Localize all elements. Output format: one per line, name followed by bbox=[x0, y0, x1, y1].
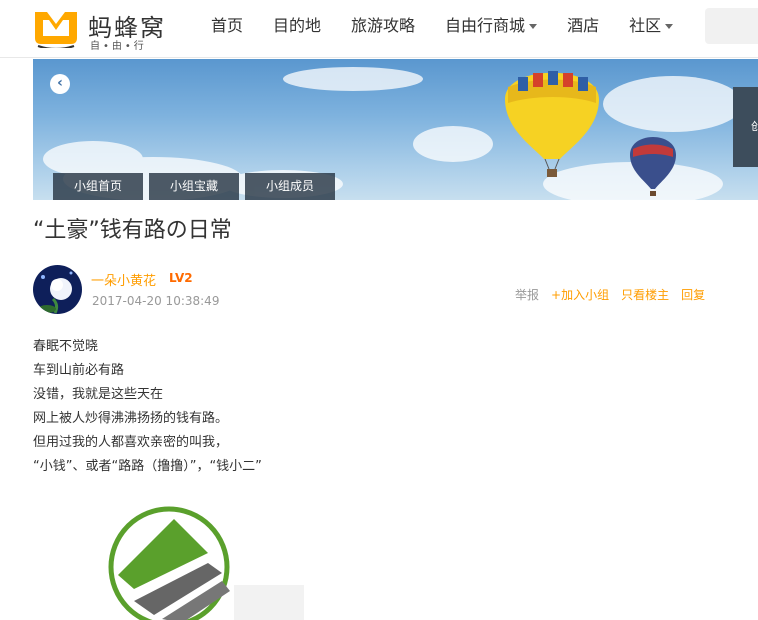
banner-side-button[interactable]: 创 bbox=[733, 87, 758, 167]
content-line: 没错，我就是这些天在 bbox=[33, 387, 164, 402]
content-line: “小钱”、或者“路路（撸撸）”，“钱小二” bbox=[33, 459, 262, 474]
author-name[interactable]: 一朵小黄花 bbox=[91, 270, 156, 289]
avatar-image bbox=[33, 265, 82, 314]
content-line: 春眠不觉晓 bbox=[33, 339, 99, 354]
logo-subtitle: 自•由•行 bbox=[90, 41, 147, 52]
author-level-badge: LV2 bbox=[169, 271, 193, 285]
report-link[interactable]: 举报 bbox=[515, 286, 539, 303]
nav-home[interactable]: 首页 bbox=[196, 0, 258, 57]
group-tabs: 小组首页 小组宝藏 小组成员 bbox=[53, 173, 341, 200]
tab-group-home[interactable]: 小组首页 bbox=[53, 173, 144, 200]
content-line: 但用过我的人都喜欢亲密的叫我， bbox=[33, 435, 229, 450]
nav-community-label: 社区 bbox=[629, 16, 662, 35]
top-header: 蚂蜂窝 自•由•行 首页 目的地 旅游攻略 自由行商城 酒店 社区 bbox=[0, 0, 758, 58]
nav-guides[interactable]: 旅游攻略 bbox=[336, 0, 430, 57]
only-author-link[interactable]: 只看楼主 bbox=[621, 286, 669, 303]
tab-group-members[interactable]: 小组成员 bbox=[245, 173, 336, 200]
nav-destination-label: 目的地 bbox=[273, 16, 322, 35]
chevron-left-icon: ‹ bbox=[57, 75, 63, 91]
join-group-link[interactable]: +加入小组 bbox=[551, 286, 609, 303]
nav-destination[interactable]: 目的地 bbox=[258, 0, 336, 57]
avatar[interactable] bbox=[33, 265, 82, 314]
mafengwo-logo-icon bbox=[35, 12, 77, 48]
content-line: 网上被人炒得沸沸扬扬的钱有路。 bbox=[33, 411, 229, 426]
content-line: 车到山前必有路 bbox=[33, 363, 125, 378]
nav-hotel[interactable]: 酒店 bbox=[552, 0, 614, 57]
hot-air-balloon-large bbox=[505, 71, 599, 177]
main-nav: 首页 目的地 旅游攻略 自由行商城 酒店 社区 bbox=[196, 0, 688, 57]
site-logo[interactable]: 蚂蜂窝 自•由•行 bbox=[32, 6, 182, 52]
nav-mall-label: 自由行商城 bbox=[445, 16, 526, 35]
search-box[interactable] bbox=[705, 8, 758, 44]
caret-down-icon bbox=[665, 24, 674, 29]
nav-community[interactable]: 社区 bbox=[614, 0, 688, 57]
post-content: 春眠不觉晓 车到山前必有路 没错，我就是这些天在 网上被人炒得沸沸扬扬的钱有路。… bbox=[33, 335, 262, 479]
nav-guides-label: 旅游攻略 bbox=[351, 16, 416, 35]
group-banner: ‹ 创 小组首页 小组宝藏 小组成员 bbox=[33, 59, 758, 200]
content-image-logo bbox=[108, 506, 304, 620]
banner-prev-button[interactable]: ‹ bbox=[50, 74, 70, 94]
page-title: “土豪”钱有路の日常 bbox=[33, 218, 232, 243]
banner-side-label: 创 bbox=[751, 120, 758, 133]
nav-hotel-label: 酒店 bbox=[567, 16, 600, 35]
tab-group-treasure[interactable]: 小组宝藏 bbox=[149, 173, 240, 200]
tab-group-treasure-label: 小组宝藏 bbox=[170, 179, 219, 193]
nav-home-label: 首页 bbox=[211, 16, 244, 35]
post-timestamp: 2017-04-20 10:38:49 bbox=[92, 294, 220, 308]
caret-down-icon bbox=[529, 24, 538, 29]
reply-link[interactable]: 回复 bbox=[681, 286, 705, 303]
tab-group-members-label: 小组成员 bbox=[266, 179, 315, 193]
nav-mall[interactable]: 自由行商城 bbox=[430, 0, 552, 57]
post-actions: 举报 +加入小组 只看楼主 回复 bbox=[515, 286, 717, 303]
tab-group-home-label: 小组首页 bbox=[74, 179, 123, 193]
